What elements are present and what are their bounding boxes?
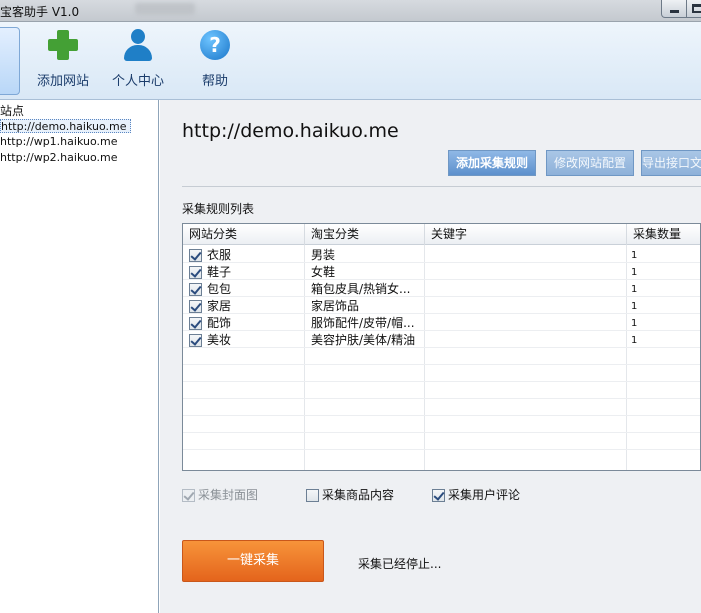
count-cell: 1 [631, 267, 638, 278]
grid-row-line [183, 381, 700, 382]
taobao-category-cell: 箱包皮具/热销女... [311, 282, 411, 296]
site-category-cell: 美妆 [207, 333, 232, 347]
keyword-cell [431, 264, 621, 281]
add-site-button[interactable]: 添加网站 [30, 28, 96, 94]
count-cell: 1 [631, 335, 638, 346]
minimize-icon [670, 10, 679, 13]
count-cell: 1 [631, 250, 638, 261]
grid-row-line [183, 432, 700, 433]
row-checkbox[interactable] [189, 300, 202, 313]
site-tree-item[interactable]: http://wp1.haikuo.me [0, 135, 120, 149]
blurred-region [135, 3, 195, 15]
count-cell: 1 [631, 301, 638, 312]
add-rule-button[interactable]: 添加采集规则 [448, 150, 536, 176]
taobao-category-cell: 美容护肤/美体/精油 [311, 333, 416, 347]
user-center-label: 个人中心 [111, 74, 164, 89]
collect-content-checkbox[interactable]: 采集商品内容 [306, 488, 394, 504]
collect-content-label: 采集商品内容 [322, 488, 395, 502]
add-site-label: 添加网站 [36, 74, 89, 89]
site-category-cell: 配饰 [207, 316, 232, 330]
table-row[interactable]: 美妆 美容护肤/美体/精油 1 [183, 332, 700, 349]
site-tree-item[interactable]: http://demo.haikuo.me [0, 119, 131, 133]
edit-site-config-button[interactable]: 修改网站配置 [546, 150, 634, 176]
maximize-icon [692, 4, 701, 13]
row-checkbox[interactable] [189, 266, 202, 279]
checkbox-icon [306, 489, 319, 502]
collect-cover-checkbox[interactable]: 采集封面图 [182, 488, 258, 504]
title-bar: 宝客助手 V1.0 [0, 0, 701, 22]
row-checkbox[interactable] [189, 283, 202, 296]
rule-grid[interactable]: 网站分类 淘宝分类 关键字 采集数量 衣服 男装 1 鞋子 女鞋 1 包包 箱包… [182, 223, 701, 471]
taobao-category-cell: 服饰配件/皮带/帽... [311, 316, 415, 330]
site-category-cell: 包包 [207, 282, 232, 296]
toolbar-item-sites[interactable] [0, 27, 20, 95]
row-checkbox[interactable] [189, 334, 202, 347]
maximize-button[interactable] [686, 0, 701, 18]
one-click-collect-button[interactable]: 一键采集 [182, 540, 324, 582]
table-row[interactable]: 配饰 服饰配件/皮带/帽... 1 [183, 315, 700, 332]
plus-icon [46, 28, 80, 62]
keyword-cell [431, 332, 621, 349]
row-checkbox[interactable] [189, 317, 202, 330]
collect-cover-label: 采集封面图 [198, 488, 259, 502]
grid-header: 网站分类 淘宝分类 关键字 采集数量 [183, 224, 700, 245]
keyword-cell [431, 315, 621, 332]
site-category-cell: 家居 [207, 299, 232, 313]
taobao-category-cell: 女鞋 [311, 265, 336, 279]
site-tree-panel: 站点 http://demo.haikuo.me http://wp1.haik… [0, 100, 159, 613]
user-icon [121, 28, 155, 62]
table-row[interactable]: 包包 箱包皮具/热销女... 1 [183, 281, 700, 298]
keyword-cell [431, 298, 621, 315]
count-cell: 1 [631, 284, 638, 295]
help-label: 帮助 [201, 74, 228, 89]
column-header-count[interactable]: 采集数量 [627, 224, 700, 245]
grid-row-line [183, 449, 700, 450]
toolbar: 添加网站 个人中心 ? 帮助 [0, 22, 701, 100]
count-cell: 1 [631, 318, 638, 329]
divider [182, 186, 701, 187]
checkbox-icon [432, 489, 445, 502]
collect-comments-checkbox[interactable]: 采集用户评论 [432, 488, 520, 504]
collect-comments-label: 采集用户评论 [448, 488, 521, 502]
export-interface-button[interactable]: 导出接口文件 [641, 150, 701, 176]
site-category-cell: 衣服 [207, 248, 232, 262]
column-header-keyword[interactable]: 关键字 [425, 224, 627, 245]
row-checkbox[interactable] [189, 249, 202, 262]
table-row[interactable]: 鞋子 女鞋 1 [183, 264, 700, 281]
column-header-site-category[interactable]: 网站分类 [183, 224, 305, 245]
grid-row-line [183, 364, 700, 365]
rule-list-title: 采集规则列表 [182, 202, 255, 216]
table-row[interactable]: 家居 家居饰品 1 [183, 298, 700, 315]
minimize-button[interactable] [661, 0, 687, 18]
site-tree-root[interactable]: 站点 [0, 102, 24, 119]
column-header-taobao-category[interactable]: 淘宝分类 [305, 224, 425, 245]
help-icon: ? [198, 28, 232, 62]
site-category-cell: 鞋子 [207, 265, 232, 279]
user-center-button[interactable]: 个人中心 [106, 28, 170, 94]
taobao-category-cell: 男装 [311, 248, 336, 262]
status-text: 采集已经停止... [358, 557, 442, 571]
checkbox-icon [182, 489, 195, 502]
site-url-heading: http://demo.haikuo.me [182, 120, 399, 142]
site-tree-item[interactable]: http://wp2.haikuo.me [0, 151, 120, 165]
help-button[interactable]: ? 帮助 [190, 28, 240, 94]
keyword-cell [431, 247, 621, 264]
grid-row-line [183, 415, 700, 416]
keyword-cell [431, 281, 621, 298]
grid-row-line [183, 398, 700, 399]
window-title: 宝客助手 V1.0 [0, 5, 80, 19]
table-row[interactable]: 衣服 男装 1 [183, 247, 700, 264]
taobao-category-cell: 家居饰品 [311, 299, 360, 313]
site-detail-panel: http://demo.haikuo.me 添加采集规则 修改网站配置 导出接口… [160, 100, 701, 613]
